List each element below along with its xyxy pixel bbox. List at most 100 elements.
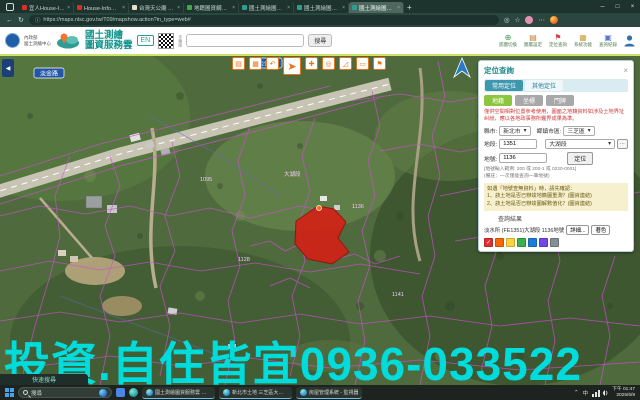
close-tab-icon[interactable]: × <box>67 5 70 11</box>
clock[interactable]: 下午 01:47 2025/6/9 <box>612 387 635 399</box>
svg-text:大湖段: 大湖段 <box>284 170 301 178</box>
warning-link-1[interactable]: 1、該土地是否已辦竣地籍圖重測？(圖資連結) <box>487 193 625 200</box>
swatch-gray[interactable] <box>550 238 559 247</box>
url-field[interactable]: ⓘ https://maps.nlsc.gov.tw/T09/mapshow.a… <box>29 15 499 25</box>
close-tab-icon[interactable]: × <box>122 5 125 11</box>
refresh-icon[interactable]: ↻ <box>18 16 24 24</box>
clear-icon[interactable]: ▦ <box>249 57 262 70</box>
swatch-green[interactable] <box>517 238 526 247</box>
layers-icon: ▤ <box>529 34 537 42</box>
disclaimer-text: 僅供空間相對位置參考使用，圖面之地籍資料如涉及土地界址糾紛，應以各地政事務所鑑界… <box>484 109 628 123</box>
profile-avatar[interactable] <box>525 16 533 24</box>
swatch-blue[interactable] <box>528 238 537 247</box>
detail-button[interactable]: 詳細... <box>566 225 589 235</box>
nav-query-history[interactable]: ▣ 查詢紀錄 <box>599 34 617 48</box>
close-tab-icon[interactable]: × <box>342 5 345 11</box>
taskbar-window-3[interactable]: 房屋管理系統 - 監視器 <box>296 387 362 399</box>
site-search-input[interactable] <box>186 34 304 47</box>
pan-arrow-icon[interactable]: ➤ <box>283 57 301 75</box>
buffer-circle-icon[interactable]: ◎ <box>322 57 335 70</box>
previous-view-icon[interactable]: ↶ <box>266 57 279 70</box>
tab-other-locate[interactable]: 其他定位 <box>525 80 563 91</box>
section-name-select[interactable]: 大湖段▾ <box>545 139 615 149</box>
browser-tabstrip: 宜人House-Info房屋網--... × House-Info房屋資訊網 首… <box>0 0 640 13</box>
maximize-button[interactable]: □ <box>610 4 625 10</box>
subtab-address[interactable]: 門牌 <box>546 95 574 106</box>
user-icon[interactable] <box>624 35 635 47</box>
colorize-button[interactable]: 著色 <box>591 225 610 235</box>
subtab-cadastre[interactable]: 地籍 <box>484 95 512 106</box>
result-title: 查詢結果 <box>484 214 628 223</box>
browser-addressbar: ← ↻ ⓘ https://maps.nlsc.gov.tw/T09/mapsh… <box>0 13 640 27</box>
browser-tab-1[interactable]: 宜人House-Info房屋網--... × <box>19 2 74 13</box>
more-menu-icon[interactable]: ⋯ <box>538 16 545 24</box>
close-tab-icon[interactable]: × <box>397 5 400 11</box>
nav-layers[interactable]: ▤ 圖層設定 <box>524 34 542 48</box>
zoom-window-icon[interactable]: ▭ <box>356 57 369 70</box>
town-label: 鄉鎮市區: <box>537 126 562 135</box>
close-window-button[interactable]: × <box>625 4 640 10</box>
svg-text:淡金路: 淡金路 <box>40 70 58 78</box>
swatch-yellow[interactable] <box>506 238 515 247</box>
start-button[interactable] <box>5 388 14 397</box>
search-icon <box>23 390 28 395</box>
reading-mode-icon[interactable]: ◎ <box>504 16 510 24</box>
taskbar-search[interactable]: 搜尋 <box>18 387 112 398</box>
tab-strip-icon[interactable] <box>6 3 14 11</box>
language-en-button[interactable]: EN <box>137 35 155 46</box>
browser-tab-7-active[interactable]: 國土測繪圖資服務雲 × <box>349 2 404 13</box>
move-map-icon[interactable]: ✚ <box>305 57 318 70</box>
taskbar-window-2[interactable]: 新北市土地 三芝區大湖段... <box>219 387 292 399</box>
network-volume-icon[interactable] <box>592 389 608 397</box>
warning-link-2[interactable]: 2、該土地是否已辦竣圖解數值化？(圖資連結) <box>487 201 625 208</box>
svg-text:1095: 1095 <box>200 177 212 183</box>
browser-assistant-icon[interactable] <box>550 16 558 24</box>
browser-tab-4[interactable]: 地籍圖資網路便民服務系統 × <box>184 2 239 13</box>
nav-locate-query[interactable]: ⚑ 定位查詢 <box>549 34 567 48</box>
favorite-star-icon[interactable]: ☆ <box>515 16 521 24</box>
chevron-down-icon: ▾ <box>608 141 611 147</box>
basemap-icon[interactable]: ▤ <box>232 57 245 70</box>
nav-basemap[interactable]: ⊕ 底圖切換 <box>499 34 517 48</box>
windows-taskbar: 搜尋 國土測繪圖資服務雲 和3... 新北市土地 三芝區大湖段... 房屋管理系… <box>0 385 640 400</box>
close-tab-icon[interactable]: × <box>232 5 235 11</box>
close-tab-icon[interactable]: × <box>287 5 290 11</box>
swatch-red[interactable]: ✓ <box>484 238 493 247</box>
browser-tab-3[interactable]: 台灣天公廟 - 首頁 × <box>129 2 184 13</box>
pinned-app-icon[interactable] <box>129 388 138 397</box>
taskbar-window-1[interactable]: 國土測繪圖資服務雲 和3... <box>142 387 215 399</box>
ime-indicator[interactable]: 中 <box>583 389 589 397</box>
edge-icon <box>223 389 230 396</box>
svg-text:1136: 1136 <box>352 204 364 210</box>
header-nav: ⊕ 底圖切換 ▤ 圖層設定 ⚑ 定位查詢 ▦ 系統功能 ▣ 查詢紀錄 <box>499 34 635 48</box>
panel-title: 定位查詢 <box>484 65 514 76</box>
parcel-number-input[interactable] <box>499 153 547 163</box>
tray-chevron-icon[interactable]: ⌃ <box>574 390 579 396</box>
nav-system-functions[interactable]: ▦ 系統功能 <box>574 34 592 48</box>
pinned-app-icon[interactable] <box>116 388 125 397</box>
panel-collapse-button[interactable]: ◀ <box>2 59 14 77</box>
new-tab-button[interactable]: + <box>407 3 412 12</box>
measure-icon[interactable]: ◿ <box>339 57 352 70</box>
back-icon[interactable]: ← <box>6 17 13 24</box>
county-select[interactable]: 新北市▾ <box>499 126 530 136</box>
section-more-button[interactable]: ⋯ <box>617 139 628 149</box>
grid-icon: ▦ <box>579 34 587 42</box>
subtab-coordinate[interactable]: 坐標 <box>515 95 543 106</box>
browser-tab-2[interactable]: House-Info房屋資訊網 首... × <box>74 2 129 13</box>
locate-button[interactable]: 定位 <box>567 152 593 165</box>
close-icon[interactable]: × <box>623 66 628 75</box>
close-tab-icon[interactable]: × <box>177 5 180 11</box>
section-code-input[interactable] <box>499 139 537 149</box>
site-search-button[interactable]: 搜尋 <box>308 34 332 47</box>
browser-tab-6[interactable]: 國土測繪圖資服務雲 × <box>294 2 349 13</box>
town-select[interactable]: 三芝區▾ <box>563 126 594 136</box>
site-info-icon[interactable]: ⓘ <box>35 16 41 24</box>
minimize-button[interactable]: ─ <box>595 4 610 10</box>
tab-common-locate[interactable]: 常用定位 <box>485 80 523 91</box>
swatch-purple[interactable] <box>539 238 548 247</box>
quick-search-chip[interactable]: 快速搜尋 <box>0 374 88 385</box>
marker-icon[interactable]: ⚑ <box>373 57 386 70</box>
browser-tab-5[interactable]: 國土測繪圖資服務雲 - 即... × <box>239 2 294 13</box>
swatch-orange[interactable] <box>495 238 504 247</box>
